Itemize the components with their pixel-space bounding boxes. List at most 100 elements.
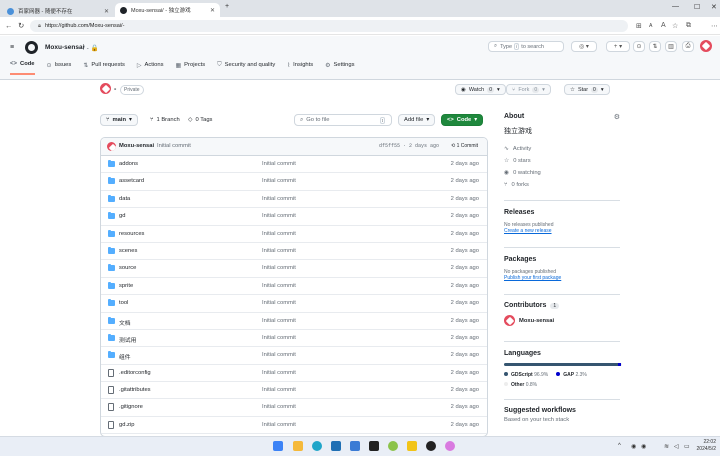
commit-message[interactable]: Initial commit xyxy=(157,143,191,149)
system-clock[interactable]: 22:02 2024/5/2 xyxy=(697,439,716,453)
table-row[interactable]: 文档 Initial commit 2 days ago xyxy=(101,313,487,330)
tab-pull-requests[interactable]: ⇅ Pull requests xyxy=(83,61,125,75)
watching-link[interactable]: ◉ 0 watching xyxy=(504,168,622,177)
file-name[interactable]: 组件 xyxy=(119,352,131,361)
table-row[interactable]: resources Initial commit 2 days ago xyxy=(101,226,487,243)
commit-count-link[interactable]: ⟲ 1 Commit xyxy=(451,143,478,149)
file-name[interactable]: sprite xyxy=(119,283,133,289)
tab-code[interactable]: <> Code xyxy=(10,61,35,75)
file-name[interactable]: gd xyxy=(119,213,125,219)
volume-icon[interactable]: ◁ xyxy=(674,443,679,450)
file-name[interactable]: .gitignore xyxy=(119,404,143,410)
file-commit-message[interactable]: Initial commit xyxy=(262,283,296,289)
wifi-icon[interactable]: ≋ xyxy=(664,443,669,450)
app-tray-icon[interactable]: ◉ xyxy=(631,443,636,450)
file-commit-message[interactable]: Initial commit xyxy=(262,231,296,237)
branches-link[interactable]: ⑂ 1 Branch xyxy=(150,117,180,123)
fork-button[interactable]: ⑂ Fork 0 ▾ xyxy=(506,84,551,95)
table-row[interactable]: scenes Initial commit 2 days ago xyxy=(101,243,487,261)
file-commit-message[interactable]: Initial commit xyxy=(262,248,296,254)
table-row[interactable]: tool Initial commit 2 days ago xyxy=(101,295,487,313)
file-commit-message[interactable]: Initial commit xyxy=(262,300,296,306)
file-name[interactable]: data xyxy=(119,196,130,202)
app-icon[interactable] xyxy=(426,441,436,451)
repositories-button[interactable]: ▥ xyxy=(665,41,677,52)
create-new-button[interactable]: + ▾ xyxy=(606,41,630,52)
tab-actions[interactable]: ▷ Actions xyxy=(137,61,164,75)
file-commit-message[interactable]: Initial commit xyxy=(262,387,296,393)
watch-button[interactable]: ◉ Watch 0 ▾ xyxy=(455,84,506,95)
pull-requests-button[interactable]: ⇅ xyxy=(649,41,661,52)
file-name[interactable]: addons xyxy=(119,161,138,167)
user-avatar[interactable] xyxy=(700,40,712,52)
repo-name[interactable]: - xyxy=(114,86,116,93)
tab-settings[interactable]: ⚙ Settings xyxy=(325,61,354,75)
minimize-icon[interactable]: — xyxy=(672,3,679,10)
app-icon[interactable] xyxy=(407,441,417,451)
app-icon[interactable] xyxy=(369,441,379,451)
file-commit-message[interactable]: Initial commit xyxy=(262,370,296,376)
contributor-item[interactable]: Moxu-sensai xyxy=(504,315,622,326)
file-commit-message[interactable]: Initial commit xyxy=(262,178,296,184)
table-row[interactable]: .gitignore Initial commit 2 days ago xyxy=(101,399,487,417)
add-file-button[interactable]: Add file ▾ xyxy=(398,114,436,126)
copilot-button[interactable]: ◎ ▾ xyxy=(571,41,597,52)
file-commit-message[interactable]: Initial commit xyxy=(262,196,296,202)
file-name[interactable]: resources xyxy=(119,231,144,237)
go-to-file-input[interactable]: ⌕ Go to file t xyxy=(294,114,392,126)
tags-link[interactable]: ◇ 0 Tags xyxy=(188,117,212,123)
window-close-icon[interactable]: ✕ xyxy=(711,3,717,11)
app-tray-icon[interactable]: ◉ xyxy=(641,443,646,450)
translate-icon[interactable]: ⊞ xyxy=(636,22,642,30)
publish-package-link[interactable]: Publish your first package xyxy=(504,275,622,281)
search-input[interactable]: ⌕ Type / to search xyxy=(488,41,564,52)
browser-tab-1[interactable]: 百家网器 - 随便不存在 ✕ xyxy=(2,4,114,18)
read-aloud-icon[interactable]: ᴀ xyxy=(649,22,652,29)
tab-insights[interactable]: ⌇ Insights xyxy=(287,61,313,75)
table-row[interactable]: gd Initial commit 2 days ago xyxy=(101,208,487,226)
repo-owner-link[interactable]: Moxu-sensai xyxy=(45,44,84,51)
language-item[interactable]: Other 0.8% xyxy=(504,382,622,388)
app-icon[interactable] xyxy=(388,441,398,451)
commit-author-avatar[interactable] xyxy=(107,142,116,151)
file-commit-message[interactable]: Initial commit xyxy=(262,422,296,428)
new-tab-icon[interactable]: + xyxy=(225,3,229,10)
packages-title[interactable]: Packages xyxy=(504,256,622,263)
start-icon[interactable] xyxy=(273,441,283,451)
url-input[interactable]: 🔒︎ https://github.com/Moxu-sensai/- xyxy=(30,20,628,32)
gear-icon[interactable]: ⚙ xyxy=(614,113,620,121)
file-name[interactable]: .editorconfig xyxy=(119,370,151,376)
back-icon[interactable]: ← xyxy=(5,21,13,30)
file-name[interactable]: scenes xyxy=(119,248,137,254)
contributors-title[interactable]: Contributors 1 xyxy=(504,302,622,309)
font-icon[interactable]: A xyxy=(661,22,666,29)
file-explorer-icon[interactable] xyxy=(293,441,303,451)
file-commit-message[interactable]: Initial commit xyxy=(262,318,296,324)
file-name[interactable]: 测试用 xyxy=(119,335,136,344)
commit-author[interactable]: Moxu-sensai xyxy=(119,143,154,149)
store-icon[interactable] xyxy=(331,441,341,451)
file-commit-message[interactable]: Initial commit xyxy=(262,352,296,358)
close-icon[interactable]: ✕ xyxy=(210,7,215,14)
file-commit-message[interactable]: Initial commit xyxy=(262,404,296,410)
file-commit-message[interactable]: Initial commit xyxy=(262,213,296,219)
file-name[interactable]: 文档 xyxy=(119,318,131,327)
inbox-button[interactable]: ⎙ xyxy=(682,41,694,52)
battery-icon[interactable]: ▭ xyxy=(684,443,690,450)
language-item[interactable]: GDScript 96.9% xyxy=(504,372,548,378)
collections-icon[interactable]: ⧉ xyxy=(686,22,691,30)
app-icon[interactable] xyxy=(445,441,455,451)
hamburger-icon[interactable]: ≡ xyxy=(10,44,14,51)
table-row[interactable]: sprite Initial commit 2 days ago xyxy=(101,278,487,296)
issues-button[interactable]: ⊙ xyxy=(633,41,645,52)
file-commit-message[interactable]: Initial commit xyxy=(262,335,296,341)
github-logo-icon[interactable] xyxy=(25,41,38,54)
reload-icon[interactable]: ↻ xyxy=(18,21,24,30)
commit-hash-time[interactable]: df5ff55 · 2 days ago xyxy=(379,143,439,149)
branch-select-button[interactable]: ⑂ main ▾ xyxy=(100,114,138,126)
star-button[interactable]: ☆ Star 0 ▾ xyxy=(564,84,610,95)
releases-title[interactable]: Releases xyxy=(504,209,622,216)
edge-icon[interactable] xyxy=(312,441,322,451)
table-row[interactable]: 组件 Initial commit 2 days ago xyxy=(101,347,487,365)
activity-link[interactable]: ∿ Activity xyxy=(504,144,622,153)
